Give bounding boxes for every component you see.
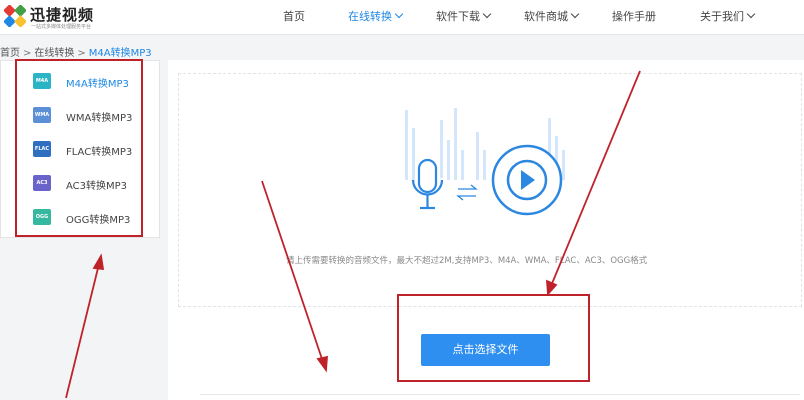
arrowhead bbox=[545, 279, 558, 297]
annotation-arrow bbox=[65, 263, 100, 399]
annotation-arrows bbox=[65, 70, 641, 399]
annotation-arrow bbox=[261, 180, 324, 363]
arrowhead bbox=[92, 253, 105, 271]
annotation-arrow bbox=[550, 70, 641, 287]
arrowhead bbox=[316, 355, 328, 373]
